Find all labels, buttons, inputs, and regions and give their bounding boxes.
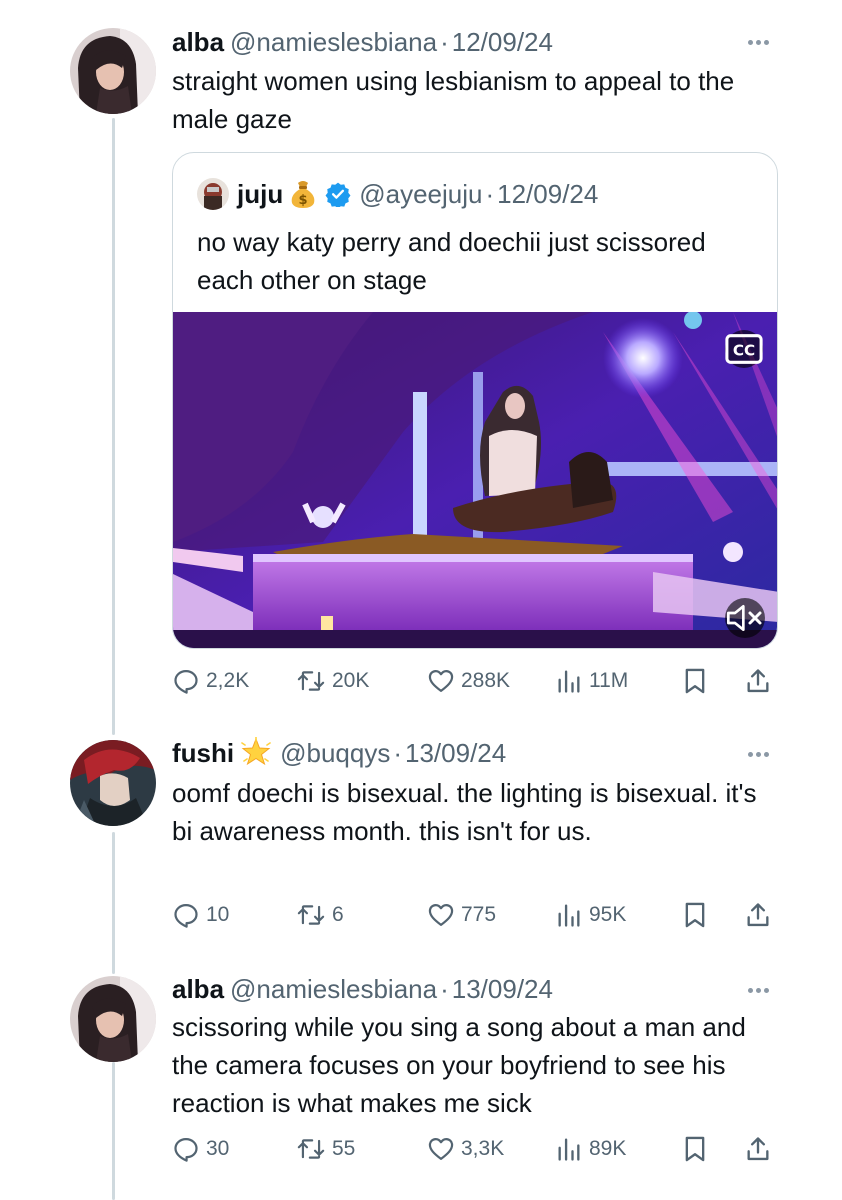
like-button[interactable]: 775 bbox=[427, 898, 496, 932]
reply-count: 10 bbox=[206, 903, 230, 926]
video-player[interactable]: CC bbox=[173, 312, 777, 648]
svg-text:$: $ bbox=[299, 193, 308, 208]
user-handle[interactable]: @namieslesbiana bbox=[230, 974, 437, 1005]
bookmark-button[interactable] bbox=[682, 664, 714, 698]
reply-icon bbox=[174, 1137, 198, 1162]
reply-button[interactable]: 2,2K bbox=[172, 664, 249, 698]
quoted-tweet[interactable]: juju $ @ayeejuju · 12/09/24 no way katy … bbox=[172, 152, 778, 649]
share-button[interactable] bbox=[744, 1132, 778, 1166]
user-handle[interactable]: @namieslesbiana bbox=[230, 27, 437, 58]
display-name[interactable]: alba bbox=[172, 27, 224, 58]
views-button[interactable]: 11M bbox=[555, 664, 628, 698]
separator: · bbox=[393, 737, 403, 768]
like-icon bbox=[428, 903, 454, 927]
repost-button[interactable]: 6 bbox=[296, 898, 344, 932]
reply-count: 30 bbox=[206, 1137, 230, 1160]
verified-icon[interactable] bbox=[325, 181, 351, 207]
avatar[interactable] bbox=[70, 740, 156, 826]
quoted-tweet-text: no way katy perry and doechii just sciss… bbox=[197, 227, 706, 295]
reply-icon bbox=[174, 903, 198, 928]
repost-count: 55 bbox=[332, 1137, 356, 1160]
bookmark-icon bbox=[685, 902, 705, 928]
tweet-actions: 10 6 775 95K bbox=[172, 898, 772, 932]
repost-count: 6 bbox=[332, 903, 344, 926]
tweet-date[interactable]: 12/09/24 bbox=[452, 27, 553, 58]
like-count: 288K bbox=[461, 669, 511, 692]
repost-button[interactable]: 20K bbox=[296, 664, 369, 698]
tweet-date[interactable]: 13/09/24 bbox=[452, 974, 553, 1005]
tweet-actions: 30 55 3,3K 89K bbox=[172, 1132, 772, 1166]
share-icon bbox=[747, 1137, 769, 1161]
like-icon bbox=[428, 669, 454, 693]
bookmark-icon bbox=[685, 668, 705, 694]
more-icon[interactable] bbox=[748, 744, 769, 764]
like-count: 775 bbox=[461, 903, 497, 926]
cc-icon: CC bbox=[725, 334, 763, 364]
like-icon bbox=[428, 1137, 454, 1161]
bookmark-button[interactable] bbox=[682, 898, 714, 932]
separator: · bbox=[485, 178, 495, 209]
tweet[interactable]: fushi @buqqys · 13/09/24 oomf doechi is … bbox=[0, 730, 842, 960]
mute-button[interactable] bbox=[725, 598, 765, 638]
reply-button[interactable]: 30 bbox=[172, 1132, 229, 1166]
views-count: 89K bbox=[589, 1137, 627, 1160]
tweet-header: fushi @buqqys · 13/09/24 bbox=[172, 736, 506, 770]
views-icon bbox=[558, 904, 580, 927]
repost-count: 20K bbox=[332, 669, 370, 692]
tweet[interactable]: alba @namieslesbiana · 12/09/24 straight… bbox=[0, 0, 842, 730]
bookmark-button[interactable] bbox=[682, 1132, 714, 1166]
separator: · bbox=[440, 26, 449, 57]
tweet-text: straight women using lesbianism to appea… bbox=[172, 66, 735, 134]
views-button[interactable]: 89K bbox=[555, 1132, 626, 1166]
repost-button[interactable]: 55 bbox=[296, 1132, 355, 1166]
views-icon bbox=[558, 1138, 580, 1161]
repost-icon bbox=[297, 1139, 325, 1159]
avatar[interactable] bbox=[70, 976, 156, 1062]
tweet-header: alba @namieslesbiana · 12/09/24 bbox=[172, 25, 553, 59]
separator: · bbox=[440, 973, 449, 1004]
like-count: 3,3K bbox=[461, 1137, 505, 1160]
quoted-user-handle[interactable]: @ayeejuju bbox=[359, 179, 482, 210]
more-icon[interactable] bbox=[748, 980, 769, 1000]
repost-icon bbox=[297, 905, 325, 925]
quoted-display-name[interactable]: juju bbox=[237, 179, 283, 210]
display-name[interactable]: fushi bbox=[172, 738, 234, 769]
share-icon bbox=[747, 903, 769, 927]
tweet-text: scissoring while you sing a song about a… bbox=[172, 1012, 746, 1118]
tweet-text: oomf doechi is bisexual. the lighting is… bbox=[172, 778, 757, 846]
like-button[interactable]: 288K bbox=[427, 664, 510, 698]
tweet-date[interactable]: 13/09/24 bbox=[405, 738, 506, 769]
views-button[interactable]: 95K bbox=[555, 898, 626, 932]
svg-text:CC: CC bbox=[733, 342, 755, 360]
quoted-tweet-date[interactable]: 12/09/24 bbox=[497, 179, 598, 210]
reply-button[interactable]: 10 bbox=[172, 898, 229, 932]
share-button[interactable] bbox=[744, 664, 778, 698]
quoted-tweet-header: juju $ @ayeejuju · 12/09/24 bbox=[197, 177, 598, 211]
quoted-avatar[interactable] bbox=[197, 178, 229, 210]
tweet[interactable]: alba @namieslesbiana · 13/09/24 scissori… bbox=[0, 960, 842, 1200]
reply-icon bbox=[174, 669, 198, 694]
tweet-header: alba @namieslesbiana · 13/09/24 bbox=[172, 972, 553, 1006]
captions-button[interactable]: CC bbox=[725, 330, 763, 368]
avatar[interactable] bbox=[70, 28, 156, 114]
user-handle[interactable]: @buqqys bbox=[280, 738, 390, 769]
views-count: 11M bbox=[589, 669, 629, 692]
share-icon bbox=[747, 669, 769, 693]
views-count: 95K bbox=[589, 903, 627, 926]
tweet-actions: 2,2K 20K 288K 11M bbox=[172, 664, 772, 698]
display-name[interactable]: alba bbox=[172, 974, 224, 1005]
share-button[interactable] bbox=[744, 898, 778, 932]
reply-count: 2,2K bbox=[206, 669, 250, 692]
bookmark-icon bbox=[685, 1136, 705, 1162]
views-icon bbox=[558, 670, 580, 693]
repost-icon bbox=[297, 671, 325, 691]
like-button[interactable]: 3,3K bbox=[427, 1132, 504, 1166]
mute-icon bbox=[727, 605, 762, 632]
more-icon[interactable] bbox=[748, 32, 769, 52]
money-bag-emoji-icon: $ bbox=[289, 179, 317, 209]
glowing-star-emoji-icon bbox=[240, 737, 272, 769]
